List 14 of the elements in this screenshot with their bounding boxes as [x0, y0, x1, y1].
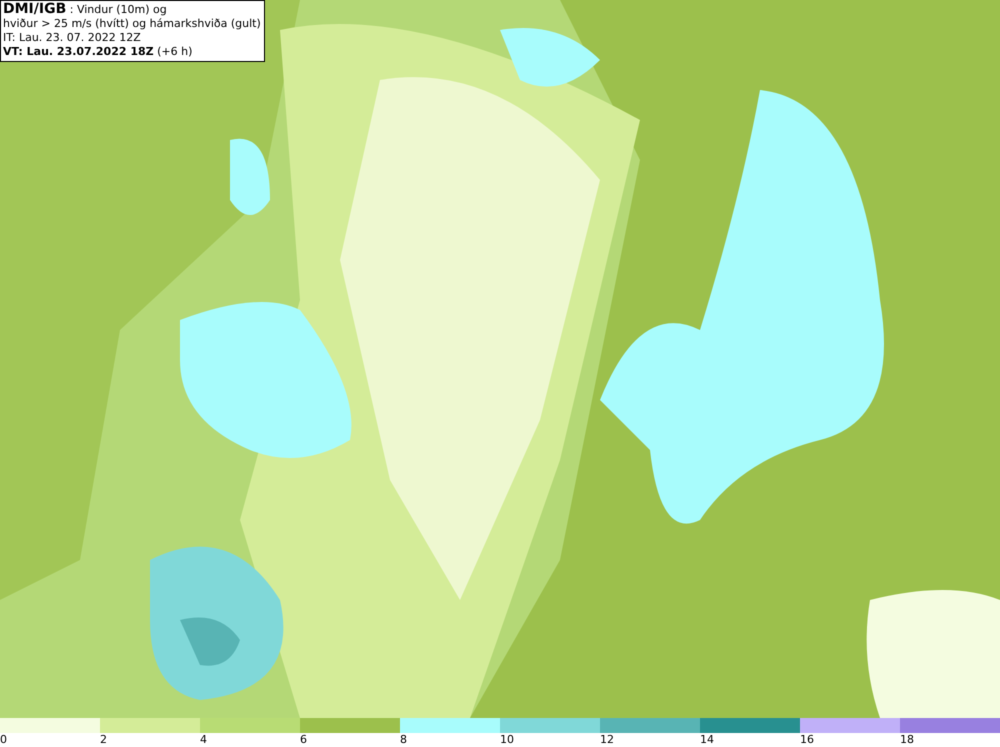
- legend-label: 14: [700, 733, 714, 747]
- legend-label: 4: [200, 733, 207, 747]
- legend-label: 18: [900, 733, 914, 747]
- caption-line: hviður > 25 m/s (hvítt) og hámarkshviða (gult): [3, 17, 261, 31]
- legend-label: 16: [800, 733, 814, 747]
- caption-line: DMI/IGB : Vindur (10m) og: [3, 2, 168, 17]
- caption-line: IT: Lau. 23. 07. 2022 12Z: [3, 31, 142, 45]
- caption-line: VT: Lau. 23.07.2022 18Z (+6 h): [3, 45, 194, 59]
- legend-label: 8: [400, 733, 407, 747]
- legend-label: 10: [500, 733, 514, 747]
- legend-label: 6: [300, 733, 307, 747]
- legend-label: 0: [0, 733, 7, 747]
- legend-label: 12: [600, 733, 614, 747]
- legend-label: 2: [100, 733, 107, 747]
